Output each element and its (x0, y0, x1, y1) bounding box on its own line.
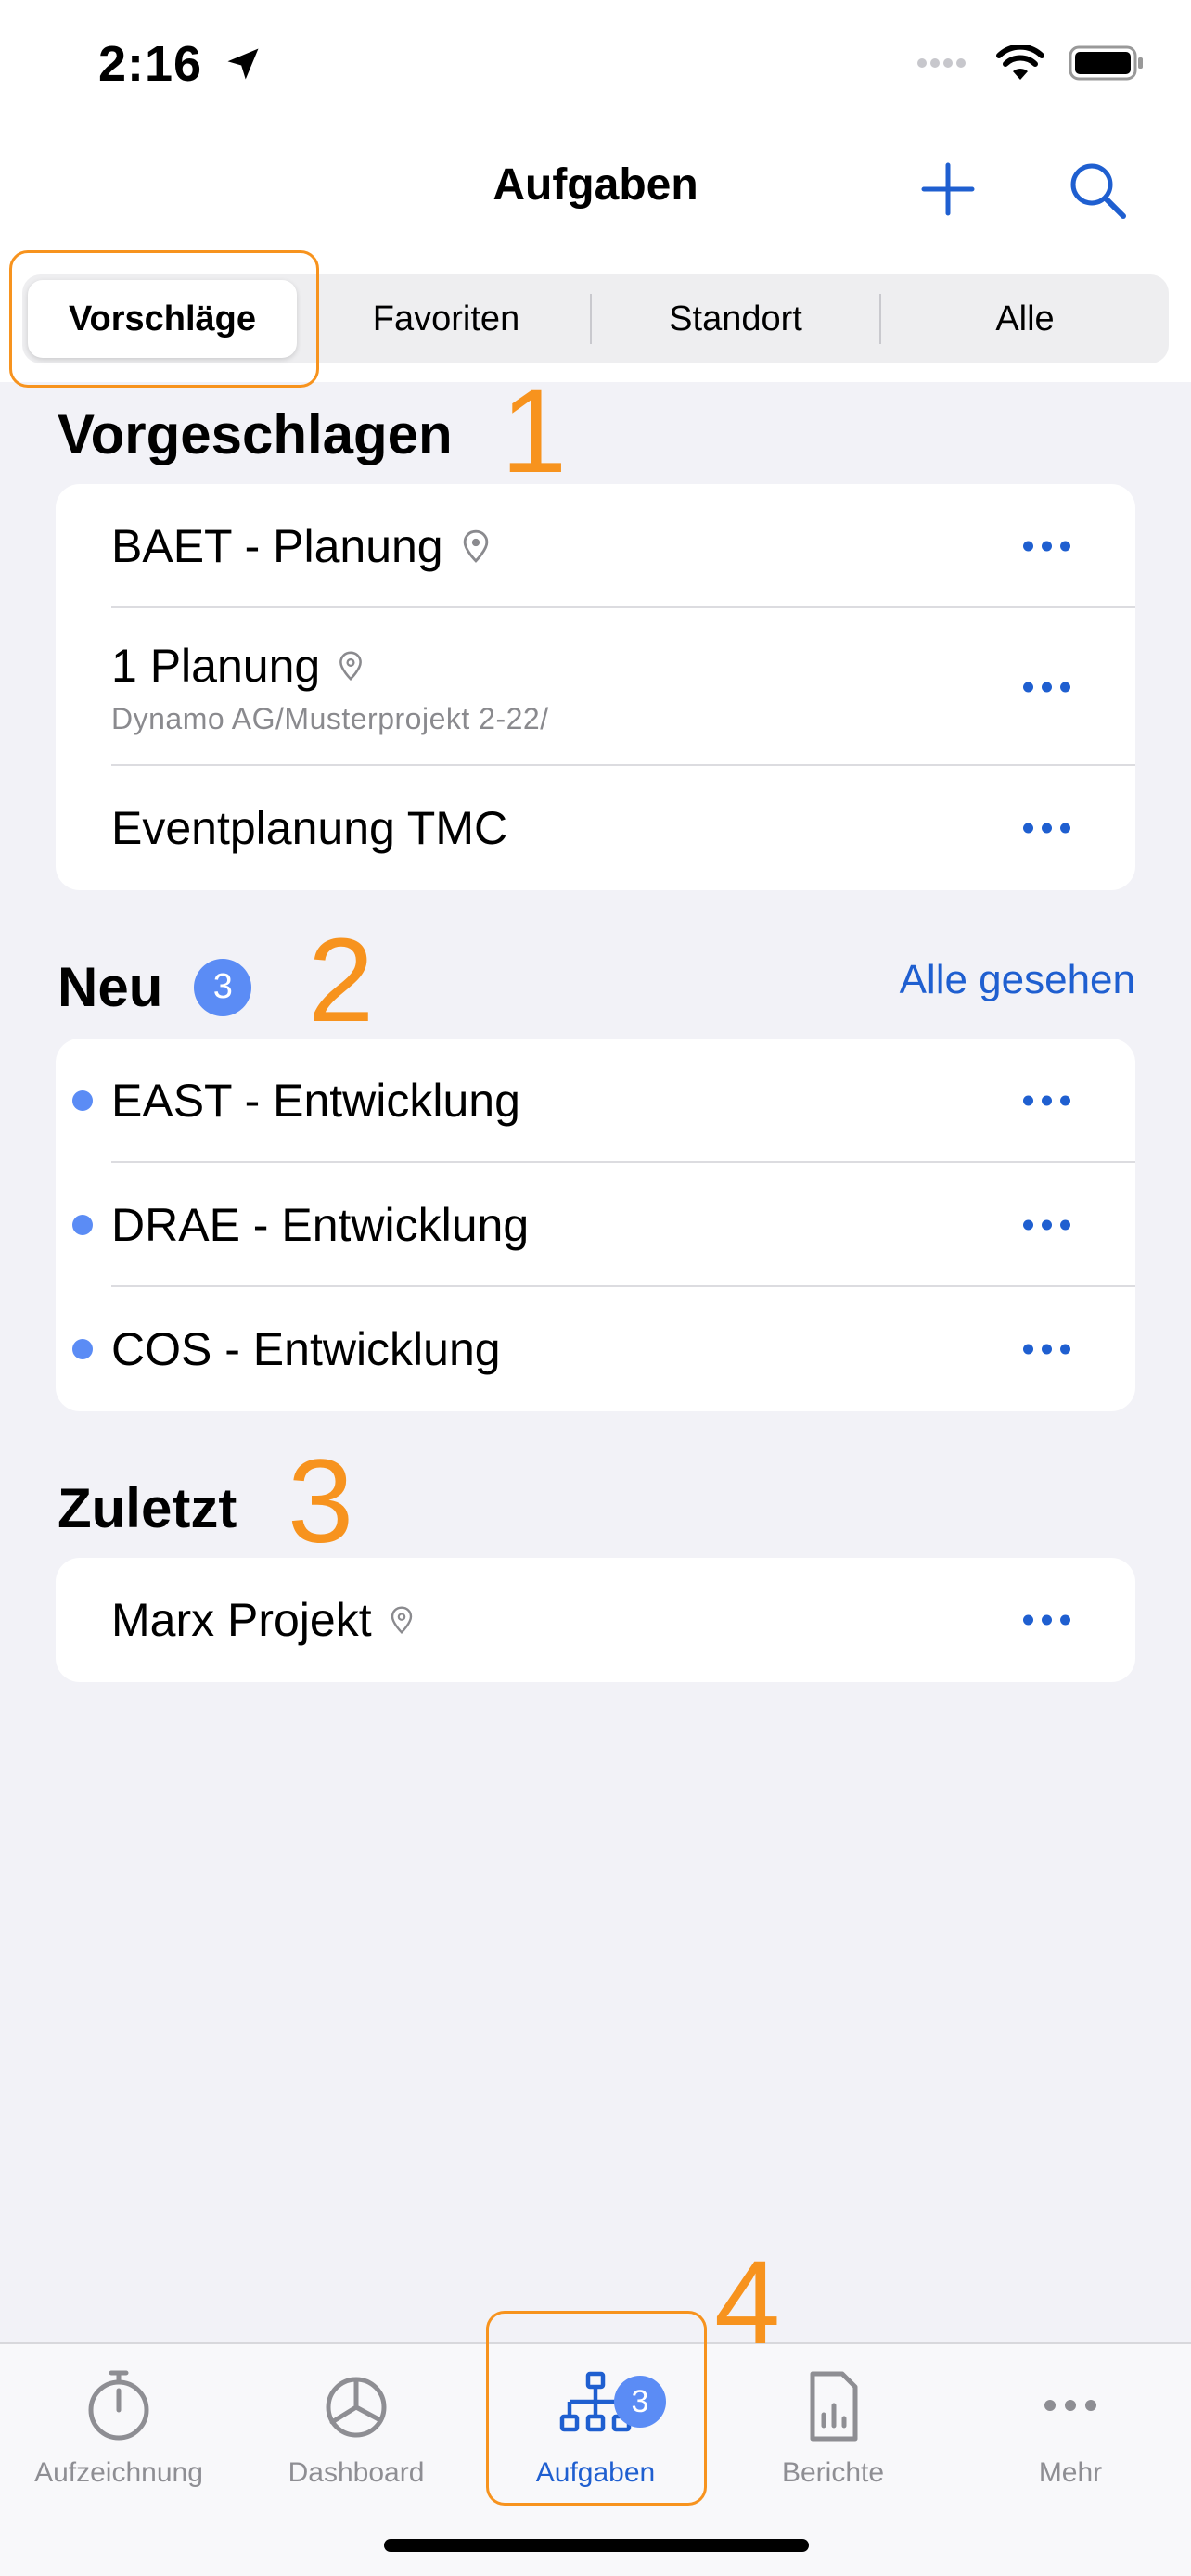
annotation-frame-segment (9, 250, 319, 388)
page-title: Aufgaben (493, 160, 698, 210)
more-options-icon[interactable] (1023, 682, 1070, 693)
list-item-path: Dynamo AG/Musterprojekt 2-22/ (111, 701, 549, 735)
location-pin-icon (391, 1606, 412, 1635)
tab-label: Dashboard (288, 2457, 425, 2488)
section-header-new: Neu 3 (58, 955, 252, 1019)
list-item-label: BAET - Planung (111, 520, 443, 572)
more-options-icon[interactable] (1023, 1344, 1070, 1355)
cellular-signal-icon (917, 58, 966, 68)
section-title-suggested: Vorgeschlagen (58, 403, 453, 465)
new-list: EAST - Entwicklung DRAE - Entwicklung CO… (56, 1039, 1135, 1411)
list-item[interactable]: EAST - Entwicklung (56, 1039, 1135, 1163)
status-time: 2:16 (98, 35, 263, 93)
list-item-label: COS - Entwicklung (111, 1323, 501, 1375)
unread-indicator (72, 1215, 93, 1235)
stopwatch-icon (88, 2370, 149, 2441)
list-item[interactable]: Eventplanung TMC (56, 766, 1135, 890)
recent-list: Marx Projekt (56, 1558, 1135, 1682)
mark-all-seen-link[interactable]: Alle gesehen (900, 957, 1135, 1003)
segment-standort[interactable]: Standort (592, 274, 879, 363)
tab-label: Berichte (781, 2457, 885, 2488)
list-item[interactable]: Marx Projekt (56, 1558, 1135, 1682)
location-pin-icon (339, 651, 363, 681)
section-title-recent: Zuletzt (58, 1477, 237, 1539)
annotation-number-4: 4 (714, 2237, 781, 2369)
search-icon[interactable] (1065, 158, 1130, 223)
list-item[interactable]: COS - Entwicklung (56, 1287, 1135, 1411)
annotation-number-1: 1 (501, 365, 568, 498)
segment-alle[interactable]: Alle (881, 274, 1169, 363)
list-item-label: EAST - Entwicklung (111, 1075, 520, 1127)
tab-label: Aufzeichnung (34, 2457, 203, 2488)
list-item[interactable]: 1 Planung Dynamo AG/Musterprojekt 2-22/ (56, 608, 1135, 766)
more-options-icon[interactable] (1023, 1095, 1070, 1106)
more-options-icon[interactable] (1023, 823, 1070, 834)
list-item-label: Eventplanung TMC (111, 802, 508, 854)
tab-mehr[interactable]: Mehr (952, 2366, 1189, 2489)
list-item[interactable]: BAET - Planung (56, 484, 1135, 608)
list-item-label: 1 Planung (111, 639, 321, 692)
annotation-number-2: 2 (308, 914, 375, 1047)
list-item-label: DRAE - Entwicklung (111, 1199, 530, 1251)
annotation-number-3: 3 (288, 1435, 354, 1568)
suggested-list: BAET - Planung 1 Planung Dynamo AG/Muste… (56, 484, 1135, 890)
pie-chart-icon (326, 2377, 387, 2438)
more-options-icon[interactable] (1023, 1219, 1070, 1231)
unread-indicator (72, 1339, 93, 1359)
status-indicators (916, 45, 1145, 82)
more-icon (1044, 2400, 1096, 2411)
tab-label: Mehr (1038, 2457, 1103, 2488)
tab-dashboard[interactable]: Dashboard (237, 2366, 475, 2489)
more-options-icon[interactable] (1023, 541, 1070, 552)
list-item-label: Marx Projekt (111, 1594, 372, 1646)
annotation-frame-tab (486, 2311, 707, 2506)
home-indicator (384, 2539, 809, 2552)
unread-indicator (72, 1090, 93, 1111)
location-pin-icon (463, 529, 488, 563)
more-options-icon[interactable] (1023, 1614, 1070, 1626)
tab-aufzeichnung[interactable]: Aufzeichnung (0, 2366, 237, 2489)
tab-berichte[interactable]: Berichte (714, 2366, 952, 2489)
add-icon[interactable] (918, 159, 978, 219)
battery-icon (1069, 45, 1143, 81)
segment-favoriten[interactable]: Favoriten (302, 274, 590, 363)
report-icon (810, 2371, 858, 2442)
list-item[interactable]: DRAE - Entwicklung (56, 1163, 1135, 1287)
new-count-badge: 3 (194, 958, 252, 1016)
section-title-new: Neu (58, 956, 163, 1018)
wifi-icon (996, 45, 1044, 80)
location-arrow-icon (227, 48, 259, 80)
